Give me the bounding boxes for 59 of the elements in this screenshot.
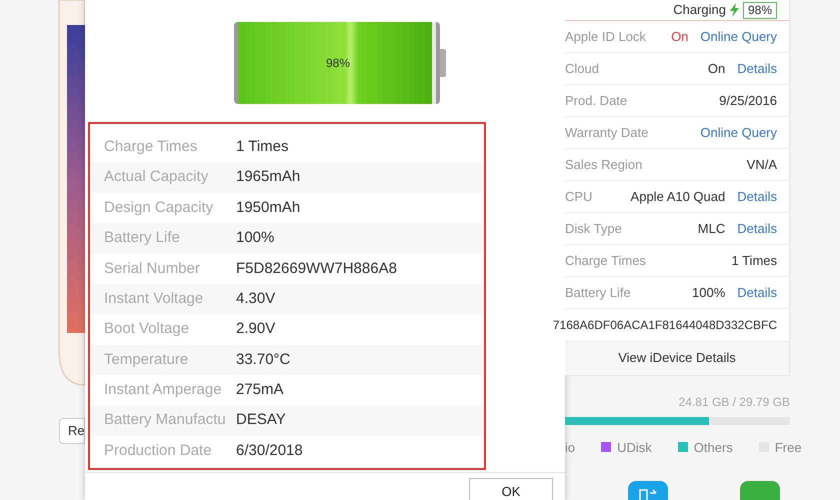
info-value: VN/A: [746, 156, 777, 174]
field-value: 1950mAh: [236, 198, 300, 218]
battery-terminal: [440, 49, 446, 77]
info-value: MLC: [698, 220, 726, 238]
field-label: Battery Manufactu: [103, 410, 227, 430]
info-value: 100%: [692, 284, 726, 302]
info-label: Charge Times: [565, 252, 647, 270]
field-label: Serial Number: [103, 258, 201, 278]
info-label: Battery Life: [565, 284, 632, 302]
field-value: 1 Times: [236, 136, 289, 157]
field-value: 1965mAh: [236, 167, 300, 188]
field-value: 33.70°C: [236, 350, 290, 370]
field-label: Battery Life: [103, 228, 181, 248]
field-value: 6/30/2018: [236, 440, 303, 461]
info-link[interactable]: Details: [737, 58, 777, 78]
info-label: Warranty Date: [565, 124, 650, 142]
info-label: Prod. Date: [565, 92, 628, 110]
info-label: Sales Region: [565, 156, 644, 174]
field-label: Production Date: [103, 440, 213, 461]
charging-label: Charging: [673, 1, 726, 20]
side-button[interactable]: Re: [59, 418, 85, 444]
battery-badge: 98%: [742, 2, 777, 18]
lightning-icon: [730, 3, 739, 17]
info-value: On: [708, 60, 726, 78]
view-details-button[interactable]: View iDevice Details: [565, 340, 789, 374]
info-value: On: [671, 28, 688, 46]
info-link[interactable]: Details: [737, 186, 777, 206]
ok-button[interactable]: OK: [469, 478, 553, 500]
field-label: Instant Amperage: [103, 380, 223, 400]
field-value: 4.30V: [236, 288, 276, 309]
info-value: 9/25/2016: [719, 92, 777, 110]
info-label: CPU: [565, 188, 594, 206]
info-link[interactable]: Online Query: [700, 122, 777, 142]
field-label: Instant Voltage: [103, 288, 204, 309]
battery-percent: 98%: [326, 55, 350, 72]
field-label: Temperature: [103, 350, 190, 370]
field-value: 100%: [236, 228, 274, 248]
field-value: F5D82669WW7H886A8: [236, 258, 397, 278]
info-value: Apple A10 Quad: [630, 188, 726, 206]
udid-value: 7168A6DF06ACA1F81644048D332CBFC: [552, 316, 777, 334]
info-label: Apple ID Lock: [565, 28, 647, 46]
legend-label: Others: [694, 438, 733, 456]
info-label: Cloud: [565, 60, 600, 78]
field-value: 275mA: [236, 380, 284, 400]
info-link[interactable]: Details: [737, 282, 777, 302]
legend-label: io: [565, 438, 576, 456]
info-link[interactable]: Details: [737, 218, 777, 238]
info-value: 1 Times: [731, 252, 777, 270]
field-label: Design Capacity: [103, 198, 214, 218]
field-value: DESAY: [236, 410, 286, 430]
legend-label: Free: [774, 438, 802, 456]
storage-text: 24.81 GB / 29.79 GB: [678, 394, 790, 410]
field-label: Charge Times: [103, 136, 198, 157]
field-label: Boot Voltage: [103, 319, 190, 340]
field-value: 2.90V: [236, 319, 276, 340]
field-label: Actual Capacity: [103, 167, 210, 188]
legend-label: UDisk: [617, 438, 652, 456]
info-link[interactable]: Online Query: [700, 26, 777, 46]
info-label: Disk Type: [565, 220, 623, 238]
